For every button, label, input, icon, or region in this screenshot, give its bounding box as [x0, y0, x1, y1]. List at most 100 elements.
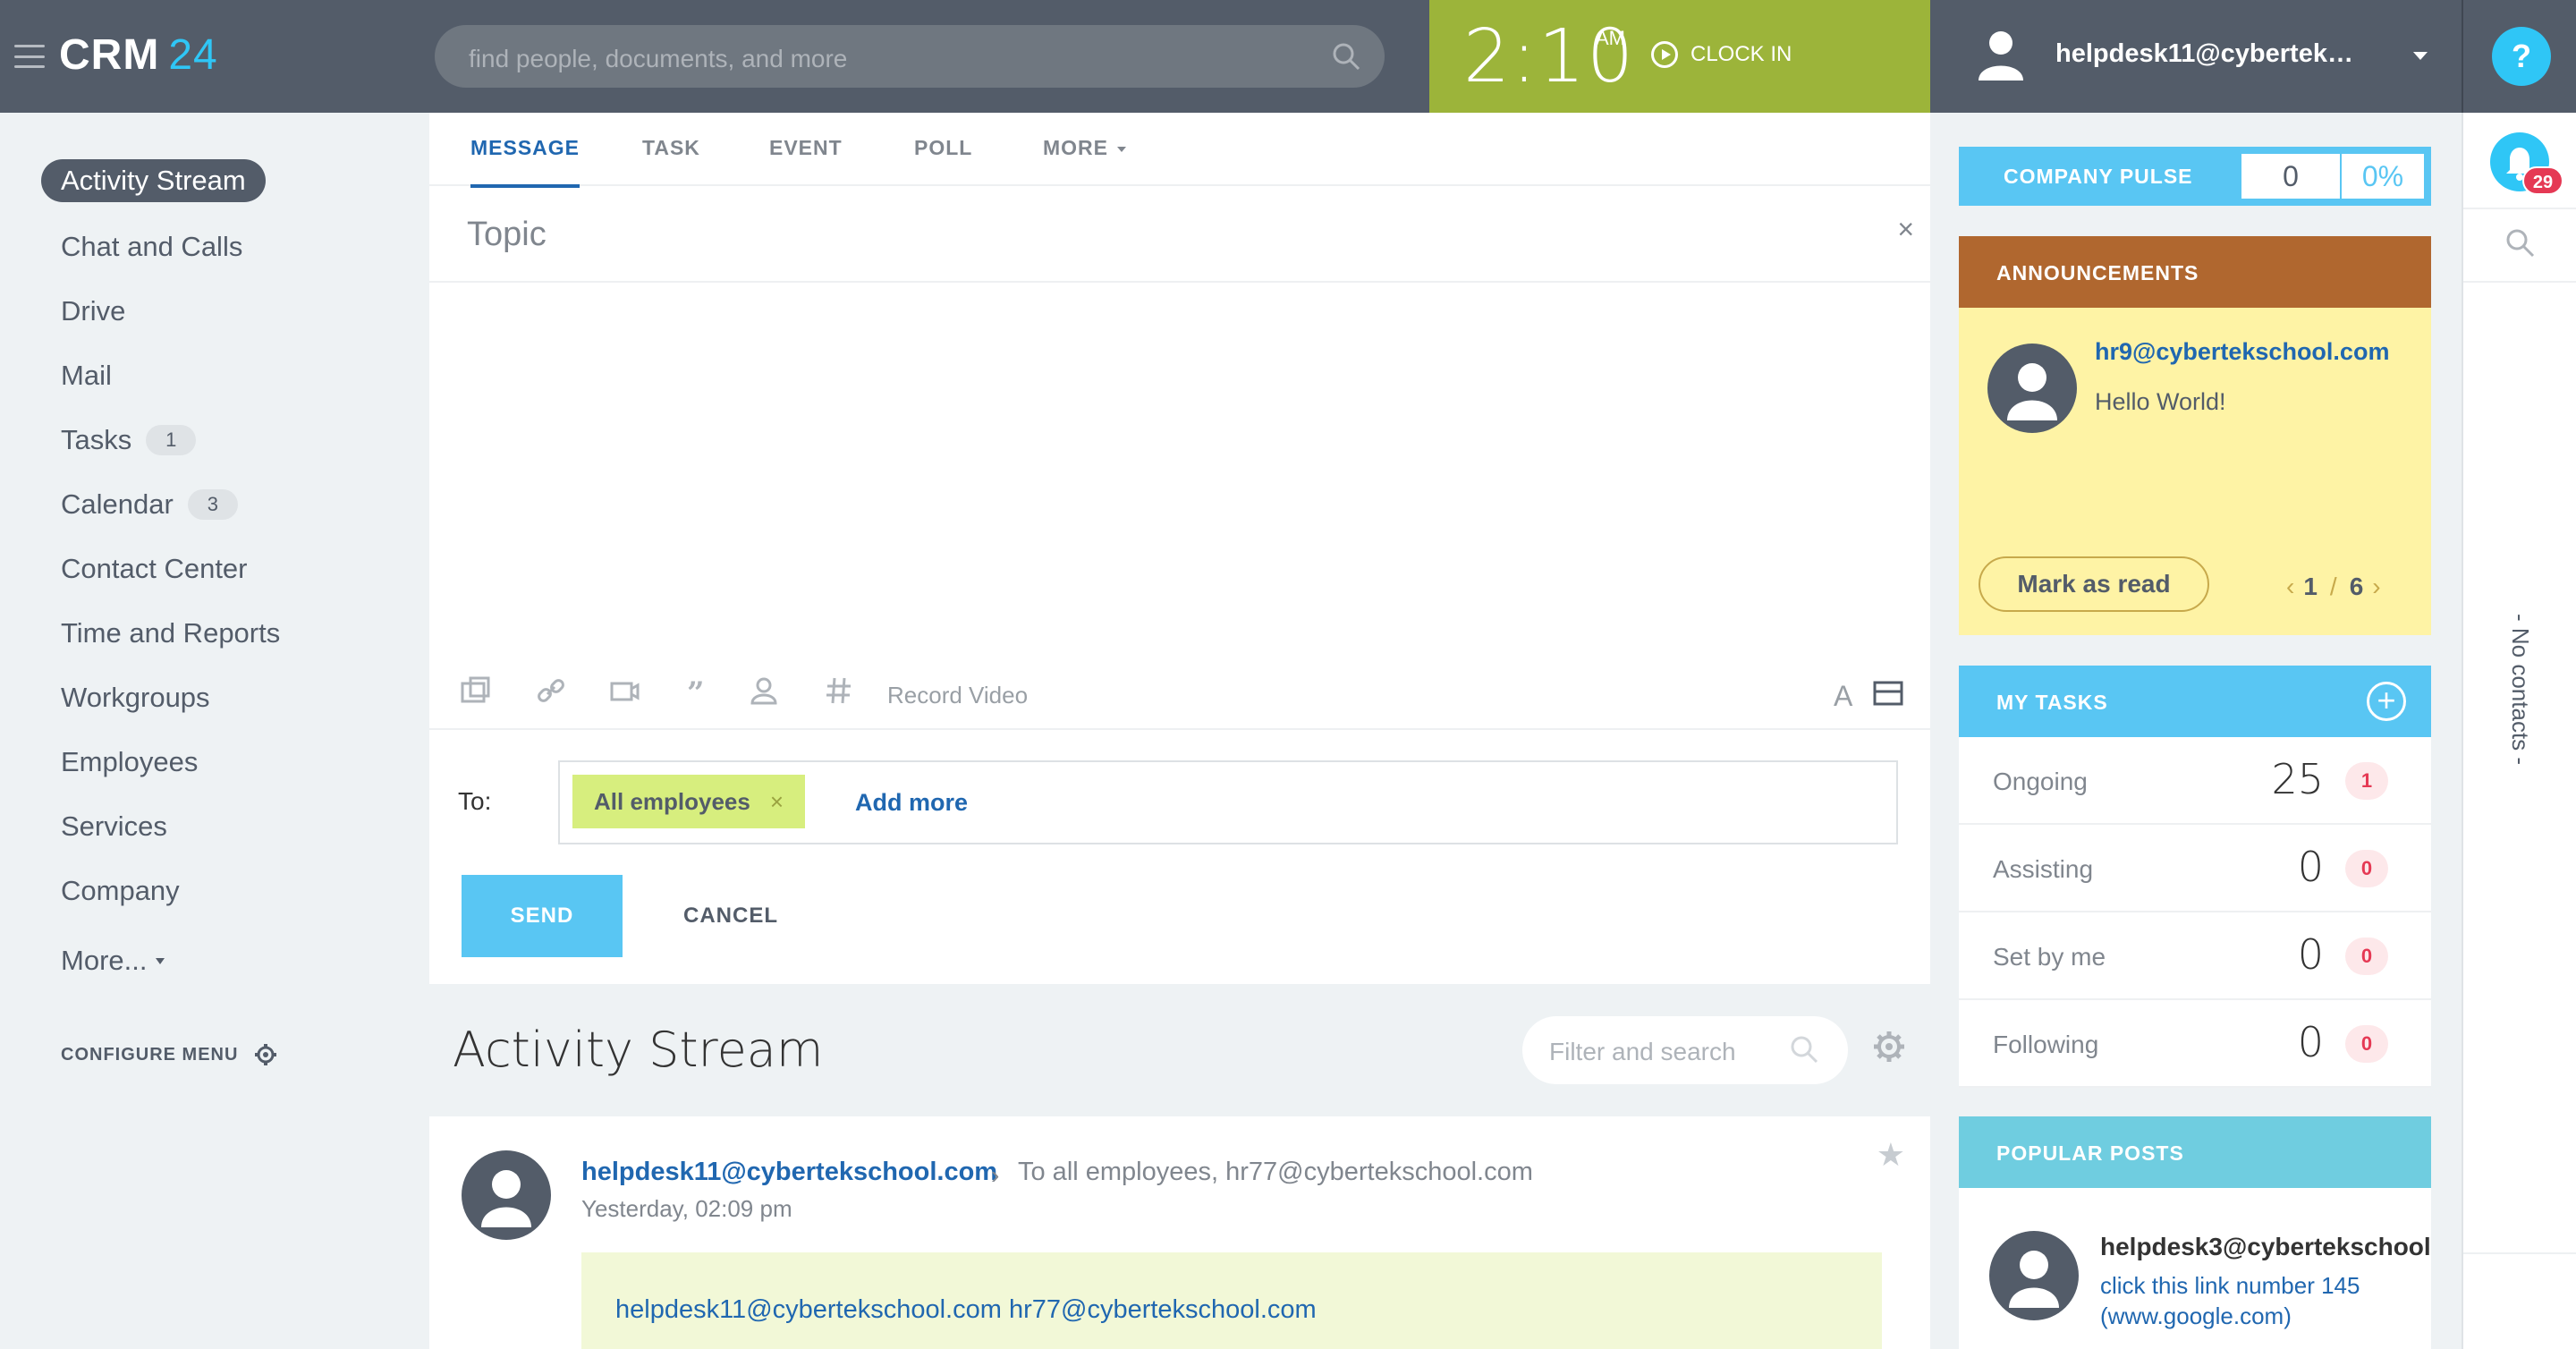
search-icon[interactable]	[2504, 227, 2537, 259]
avatar[interactable]	[1989, 1231, 2079, 1320]
sidebar-item-tasks[interactable]: Tasks 1	[61, 424, 197, 456]
sidebar-item-company[interactable]: Company	[61, 875, 180, 907]
cancel-button[interactable]: CANCEL	[683, 904, 778, 929]
sidebar-item-label: Contact Center	[61, 553, 248, 584]
task-row-set-by-me[interactable]: Set by me 0 0	[1959, 912, 2431, 1000]
task-row-following[interactable]: Following 0 0	[1959, 1000, 2431, 1088]
text-format-icon[interactable]: A	[1834, 680, 1852, 713]
company-pulse-value: 0	[2241, 154, 2340, 199]
mark-as-read-button[interactable]: Mark as read	[1979, 556, 2209, 612]
sidebar-item-label: Chat and Calls	[61, 231, 243, 262]
recipients-field[interactable]: All employees × Add more	[558, 760, 1898, 844]
tasks-count-badge: 1	[146, 425, 197, 455]
record-video-button[interactable]: Record Video	[887, 682, 1028, 709]
recipient-chip[interactable]: All employees ×	[572, 775, 806, 828]
to-label: To:	[458, 787, 492, 815]
chevron-down-icon	[1117, 146, 1126, 152]
mention-user-icon[interactable]	[748, 674, 780, 707]
user-avatar-icon	[2009, 1251, 2059, 1308]
user-name: helpdesk11@cyberteksch...	[2055, 39, 2360, 68]
post-date[interactable]: Yesterday, 02:09 pm	[581, 1195, 792, 1223]
company-pulse-percent: 0%	[2342, 154, 2424, 199]
close-icon[interactable]: ×	[1897, 213, 1914, 246]
editor-toolbar: ” Record Video A	[429, 658, 1930, 730]
avatar[interactable]	[462, 1150, 551, 1240]
chevron-right-icon[interactable]: ›	[2372, 573, 2380, 601]
sidebar-item-more[interactable]: More...	[61, 945, 165, 977]
tab-task[interactable]: TASK	[642, 136, 700, 160]
add-more-link[interactable]: Add more	[855, 789, 968, 817]
popular-post-link[interactable]: click this link number 145 (www.google.c…	[2100, 1270, 2422, 1331]
post-body-text[interactable]: helpdesk11@cybertekschool.com hr77@cyber…	[615, 1295, 1317, 1325]
sidebar-item-activity-stream[interactable]: Activity Stream	[41, 159, 266, 202]
task-row-counter: 0	[2345, 938, 2388, 975]
task-row-value: 25	[2271, 755, 2324, 803]
clock-in-label: CLOCK IN	[1690, 42, 1792, 66]
sidebar-item-workgroups[interactable]: Workgroups	[61, 682, 210, 714]
configure-menu-button[interactable]: CONFIGURE MENU	[61, 1043, 277, 1066]
popular-post-author[interactable]: helpdesk3@cybertekschool.	[2100, 1233, 2431, 1261]
chevron-right-icon: ›	[991, 1161, 1000, 1189]
left-menu: Activity Stream Chat and Calls Drive Mai…	[0, 113, 429, 1349]
sidebar-item-mail[interactable]: Mail	[61, 360, 112, 392]
search-icon[interactable]	[1331, 41, 1361, 72]
task-row-label: Following	[1993, 1031, 2099, 1058]
app-logo[interactable]: CRM 24	[59, 30, 218, 80]
sidebar-item-employees[interactable]: Employees	[61, 746, 198, 778]
hashtag-icon[interactable]	[823, 674, 855, 707]
gear-icon[interactable]	[1873, 1031, 1905, 1063]
quote-icon[interactable]: ”	[682, 674, 714, 707]
sidebar-item-contact-center[interactable]: Contact Center	[61, 553, 248, 585]
user-avatar-icon	[481, 1170, 531, 1227]
sidebar-item-label: Time and Reports	[61, 617, 281, 649]
topic-input[interactable]	[467, 209, 1809, 259]
announcement-author-link[interactable]: hr9@cybertekschool.com	[2095, 338, 2389, 366]
user-avatar-icon	[1979, 31, 2023, 81]
clock-ampm: AM	[1596, 27, 1625, 49]
video-icon[interactable]	[608, 674, 640, 707]
task-row-assisting[interactable]: Assisting 0 0	[1959, 825, 2431, 912]
help-button[interactable]: ?	[2492, 27, 2551, 86]
help-area: ?	[2462, 0, 2576, 113]
task-row-ongoing[interactable]: Ongoing 25 1	[1959, 737, 2431, 825]
tab-poll[interactable]: POLL	[914, 136, 972, 160]
tab-event[interactable]: EVENT	[769, 136, 843, 160]
clock-widget: 2:10 AM CLOCK IN	[1429, 0, 1930, 113]
search-icon	[1791, 1036, 1818, 1064]
avatar[interactable]	[1987, 344, 2077, 433]
sidebar-item-calendar[interactable]: Calendar 3	[61, 488, 238, 521]
remove-recipient-icon[interactable]: ×	[770, 788, 784, 816]
filter-search-input[interactable]: Filter and search	[1522, 1016, 1848, 1084]
task-row-value: 0	[2297, 930, 2324, 979]
editor-panel-icon[interactable]	[1873, 680, 1903, 707]
hamburger-menu-icon[interactable]	[14, 45, 45, 68]
star-icon[interactable]: ★	[1877, 1136, 1905, 1174]
sidebar-item-time-and-reports[interactable]: Time and Reports	[61, 617, 280, 649]
sidebar-item-chat-and-calls[interactable]: Chat and Calls	[61, 231, 242, 263]
my-tasks-title[interactable]: MY TASKS	[1996, 691, 2108, 715]
divider	[2463, 1252, 2576, 1254]
sidebar-item-services[interactable]: Services	[61, 810, 167, 843]
clock-in-button[interactable]: CLOCK IN	[1651, 41, 1792, 68]
message-body-editor[interactable]	[429, 284, 1930, 657]
chevron-left-icon[interactable]: ‹	[2286, 573, 2294, 601]
sidebar-item-label: Calendar	[61, 488, 174, 520]
tab-more[interactable]: MORE	[1043, 136, 1126, 160]
configure-menu-label: CONFIGURE MENU	[61, 1044, 239, 1065]
filter-placeholder: Filter and search	[1549, 1038, 1736, 1065]
link-icon[interactable]	[535, 674, 567, 707]
sidebar-item-drive[interactable]: Drive	[61, 295, 125, 327]
tab-more-label: MORE	[1043, 136, 1108, 159]
company-pulse-widget[interactable]: COMPANY PULSE 0 0%	[1959, 147, 2431, 206]
upload-file-icon[interactable]	[460, 674, 492, 707]
global-search-input[interactable]: find people, documents, and more	[435, 25, 1385, 88]
tab-message[interactable]: MESSAGE	[470, 136, 580, 188]
sidebar-item-label: Activity Stream	[61, 165, 246, 196]
task-row-value: 0	[2297, 1018, 2324, 1066]
post-author-link[interactable]: helpdesk11@cybertekschool.com	[581, 1158, 997, 1187]
user-avatar-icon	[2007, 363, 2057, 420]
send-button[interactable]: SEND	[462, 875, 623, 957]
page-separator: /	[2329, 573, 2337, 600]
add-task-button[interactable]: +	[2367, 682, 2406, 721]
user-menu[interactable]: helpdesk11@cyberteksch...	[1930, 0, 2462, 113]
